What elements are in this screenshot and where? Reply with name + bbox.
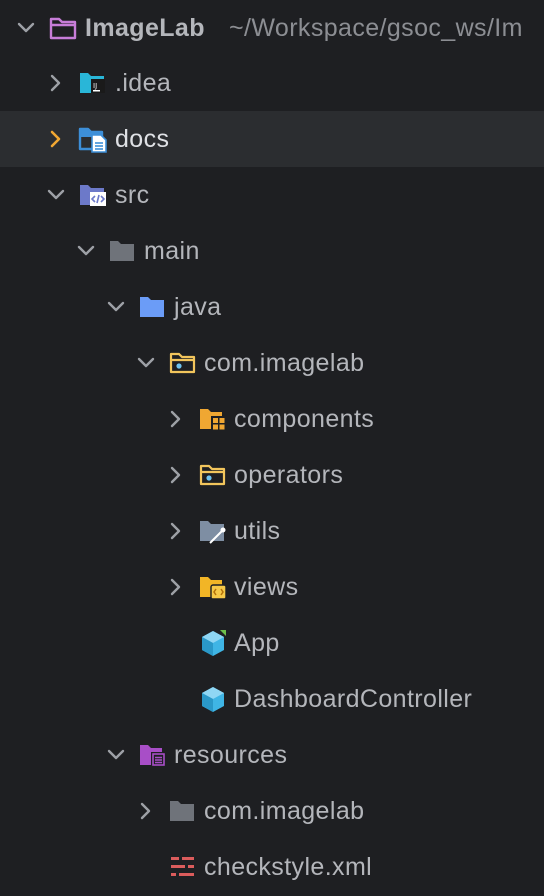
tree-row-utils[interactable]: utils — [0, 503, 544, 559]
tree-label-java: java — [174, 293, 222, 321]
intellij-folder-icon: IJ — [80, 73, 105, 93]
project-path: ~/Workspace/gsoc_ws/Im — [229, 14, 523, 42]
views-package-icon — [200, 577, 227, 600]
chevron-right-icon[interactable] — [136, 801, 156, 821]
chevron-right-icon[interactable] — [166, 521, 186, 541]
tree-row-main[interactable]: main — [0, 223, 544, 279]
tree-row-src[interactable]: src — [0, 167, 544, 223]
tree-label-src: src — [115, 181, 150, 209]
utils-package-icon — [200, 521, 226, 544]
tree-label-operators: operators — [234, 461, 344, 489]
tree-label-utils: utils — [234, 517, 281, 545]
resources-folder-icon — [140, 745, 166, 767]
tree-row-views[interactable]: views — [0, 559, 544, 615]
checkstyle-xml-icon — [171, 857, 194, 876]
components-package-icon — [200, 409, 226, 431]
tree-label-resources-package: com.imagelab — [204, 797, 365, 825]
tree-label-components: components — [234, 405, 375, 433]
tree-label-main: main — [144, 237, 200, 265]
chevron-down-icon[interactable] — [76, 241, 96, 261]
tree-label-package: com.imagelab — [204, 349, 365, 377]
chevron-down-icon[interactable] — [46, 185, 66, 205]
class-icon — [202, 687, 224, 712]
chevron-down-icon[interactable] — [136, 353, 156, 373]
tree-row-package[interactable]: com.imagelab — [0, 335, 544, 391]
tree-label-views: views — [234, 573, 299, 601]
tree-row-java[interactable]: java — [0, 279, 544, 335]
docs-folder-icon — [78, 127, 107, 153]
tree-row-app[interactable]: App — [0, 615, 544, 671]
tree-row-resources[interactable]: resources — [0, 727, 544, 783]
tree-row-project-root[interactable]: ImageLab ~/Workspace/gsoc_ws/Im — [0, 0, 544, 56]
java-folder-icon — [140, 297, 164, 317]
chevron-down-icon[interactable] — [16, 18, 36, 38]
tree-label-dashboard-controller: DashboardController — [234, 685, 473, 713]
tree-label-docs: docs — [115, 125, 170, 153]
svg-text:IJ: IJ — [93, 82, 97, 90]
javafx-app-class-icon — [202, 630, 226, 656]
folder-icon — [49, 17, 77, 40]
tree-label-checkstyle: checkstyle.xml — [204, 853, 373, 881]
tree-label-idea: .idea — [115, 69, 172, 97]
package-icon — [199, 464, 226, 486]
tree-row-idea[interactable]: IJ .idea — [0, 55, 544, 111]
source-folder-icon — [80, 185, 106, 206]
tree-row-operators[interactable]: operators — [0, 447, 544, 503]
chevron-right-icon[interactable] — [46, 129, 66, 149]
folder-icon — [170, 801, 194, 821]
chevron-down-icon[interactable] — [106, 297, 126, 317]
tree-label-resources: resources — [174, 741, 288, 769]
chevron-right-icon[interactable] — [166, 465, 186, 485]
tree-row-components[interactable]: components — [0, 391, 544, 447]
chevron-right-icon[interactable] — [166, 577, 186, 597]
folder-icon — [110, 241, 134, 261]
tree-label-app: App — [234, 629, 280, 657]
tree-row-resources-package[interactable]: com.imagelab — [0, 783, 544, 839]
project-tree: ImageLab ~/Workspace/gsoc_ws/Im IJ .idea… — [0, 0, 544, 896]
chevron-right-icon[interactable] — [166, 409, 186, 429]
tree-row-docs[interactable]: docs — [0, 111, 544, 167]
chevron-right-icon[interactable] — [46, 73, 66, 93]
tree-row-dashboard-controller[interactable]: DashboardController — [0, 671, 544, 727]
project-name: ImageLab — [85, 14, 205, 42]
tree-row-checkstyle[interactable]: checkstyle.xml — [0, 839, 544, 895]
package-icon — [169, 352, 196, 374]
chevron-down-icon[interactable] — [106, 745, 126, 765]
